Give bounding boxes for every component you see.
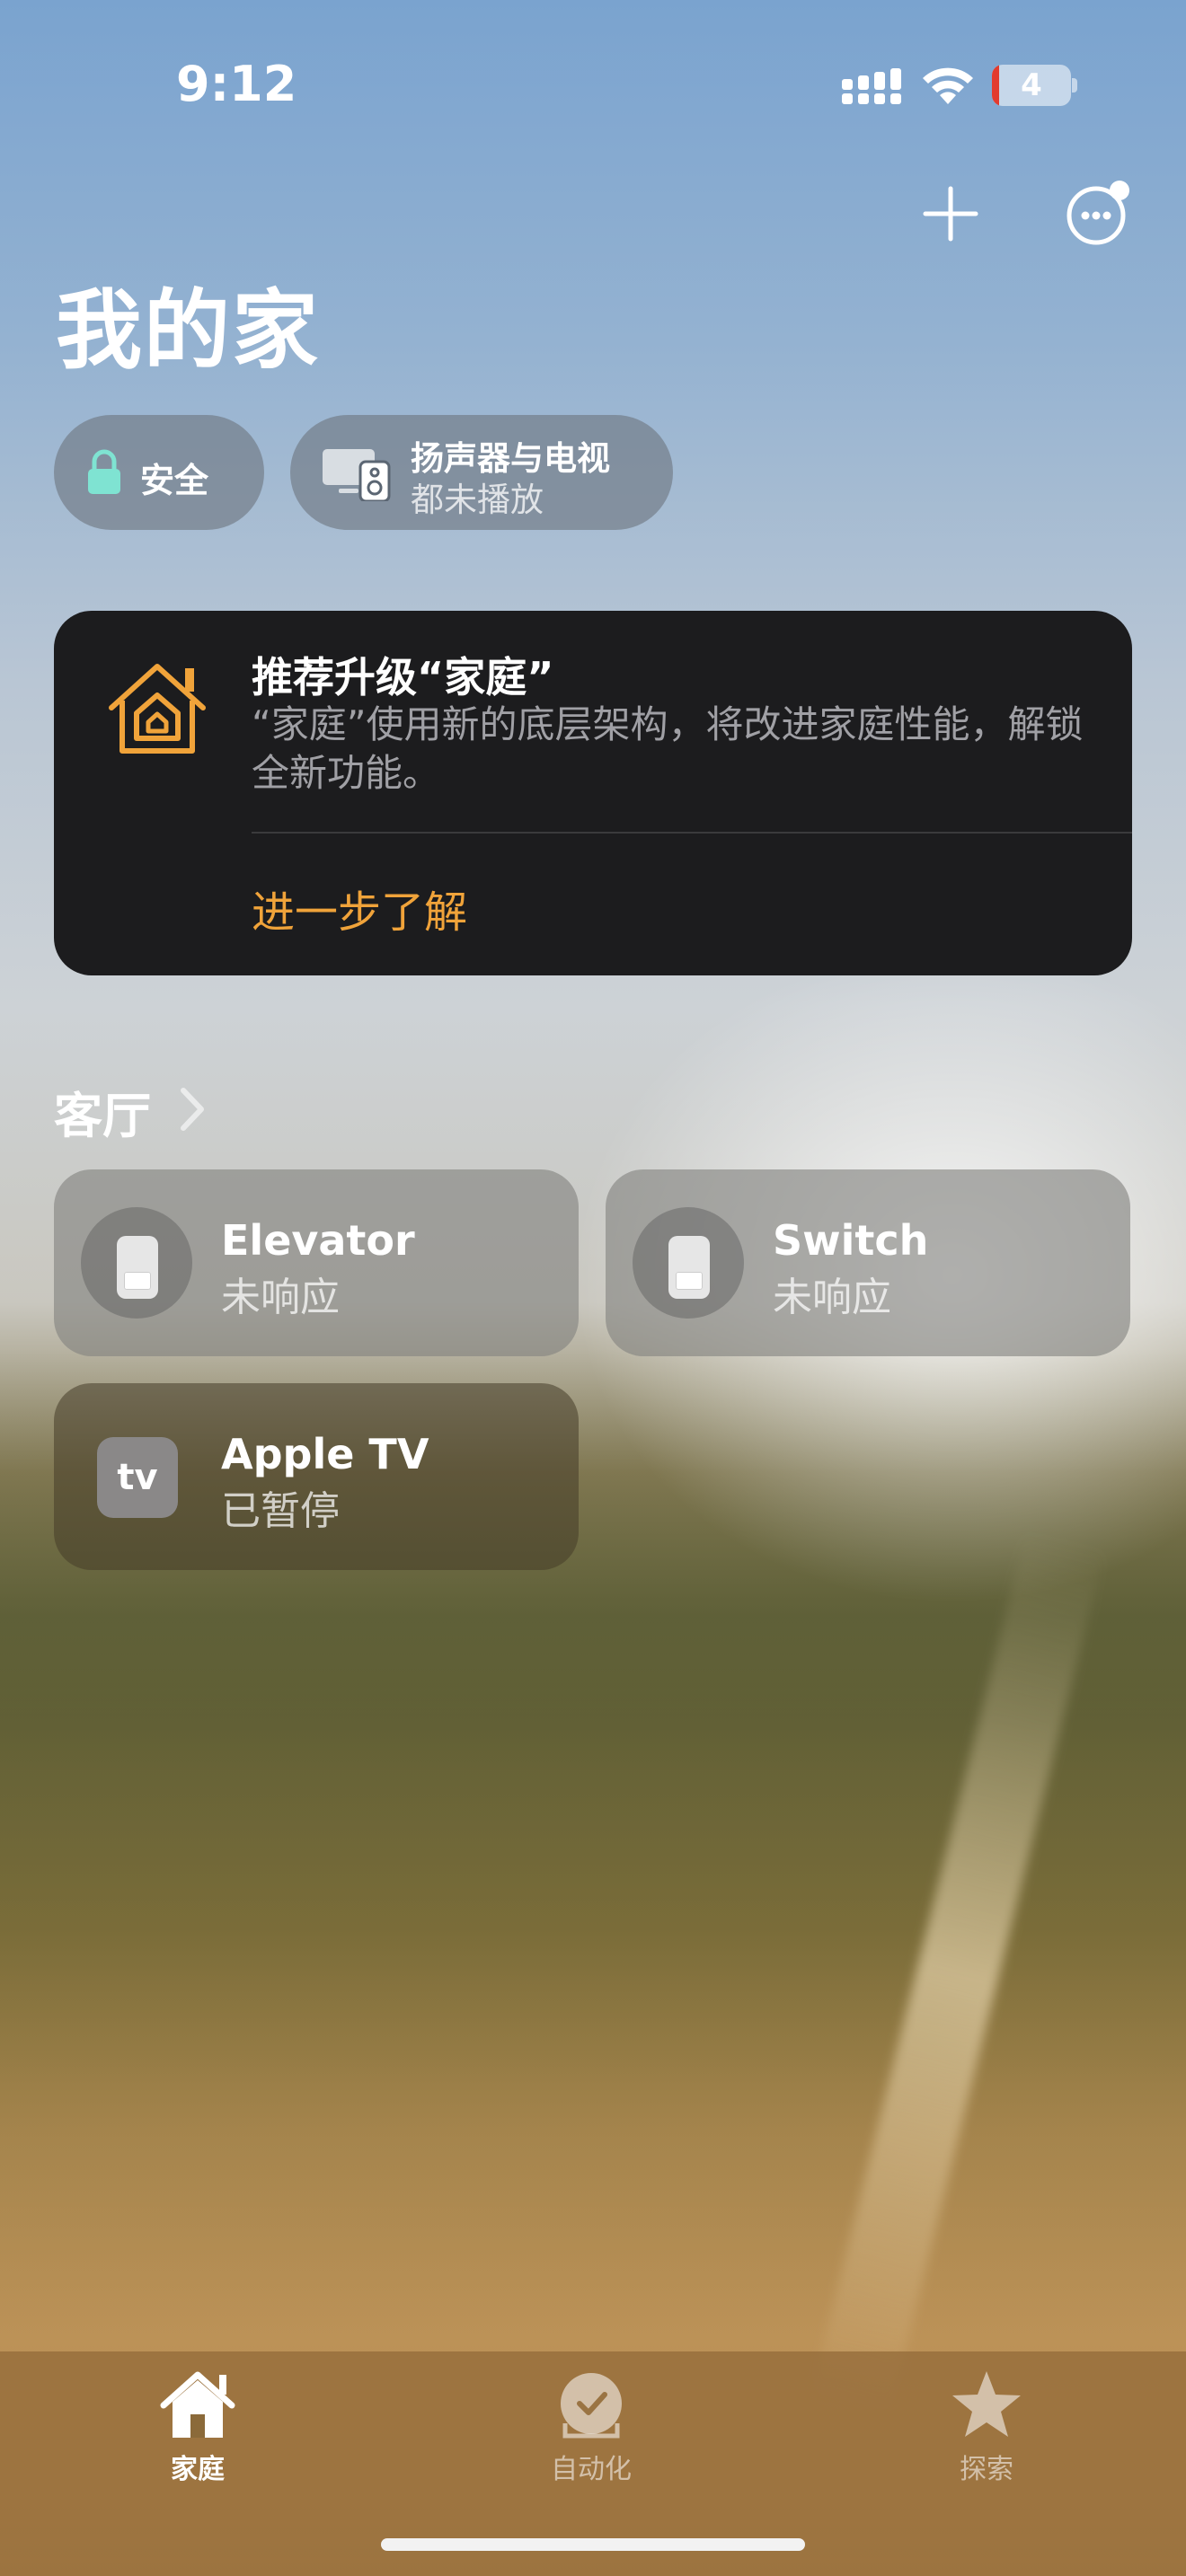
tab-home[interactable]: 家庭 [108,2369,288,2486]
tab-explore[interactable]: 探索 [897,2369,1076,2486]
page-title: 我的家 [56,280,320,381]
tab-automation[interactable]: 自动化 [501,2369,681,2486]
accessory-name: Elevator [221,1216,415,1265]
security-chip-label: 安全 [140,461,209,500]
ellipsis-circle-icon[interactable] [1060,176,1136,251]
switch-icon [81,1207,192,1319]
tab-home-label: 家庭 [171,2454,225,2485]
upgrade-home-card: 推荐升级“家庭” “家庭”使用新的底层架构，将改进家庭性能，解锁全新功能。 进一… [54,611,1132,975]
speakers-tv-chip[interactable]: 扬声器与电视 都未播放 [290,415,673,530]
status-time: 9:12 [176,56,297,112]
accessory-tile-switch[interactable]: Switch 未响应 [606,1169,1130,1356]
learn-more-link[interactable]: 进一步了解 [252,877,467,940]
star-icon [952,2371,1021,2437]
accessory-tile-apple-tv[interactable]: tv Apple TV 已暂停 [54,1383,579,1570]
security-chip[interactable]: 安全 [54,415,264,530]
speakers-chip-subtitle: 都未播放 [411,481,544,519]
chevron-right-icon[interactable] [176,1085,207,1134]
upgrade-card-title: 推荐升级“家庭” [252,653,554,701]
tab-automation-label: 自动化 [551,2454,632,2485]
switch-icon [633,1207,744,1319]
tab-explore-label: 探索 [960,2454,1013,2485]
accessory-tile-elevator[interactable]: Elevator 未响应 [54,1169,579,1356]
card-divider [252,832,1132,834]
plus-icon[interactable] [916,180,985,248]
home-indicator[interactable] [381,2538,805,2551]
upgrade-card-description: “家庭”使用新的底层架构，将改进家庭性能，解锁全新功能。 [252,702,1084,795]
cellular-signal-icon [842,68,901,104]
house-icon [160,2371,235,2438]
home-app-icon [109,664,206,754]
clock-check-icon [561,2373,622,2439]
accessory-status: 未响应 [773,1275,891,1320]
battery-indicator: 4 [992,65,1071,106]
speaker-tv-icon [323,449,391,501]
accessory-name: Switch [773,1216,929,1265]
accessory-status: 已暂停 [221,1488,340,1534]
battery-cap [1072,78,1077,93]
lock-icon [88,449,120,494]
accessory-name: Apple TV [221,1430,429,1478]
accessory-status: 未响应 [221,1275,340,1320]
battery-level: 4 [1021,67,1042,103]
apple-tv-icon: tv [97,1437,178,1518]
wifi-icon [923,67,973,104]
room-title[interactable]: 客厅 [54,1076,151,1147]
